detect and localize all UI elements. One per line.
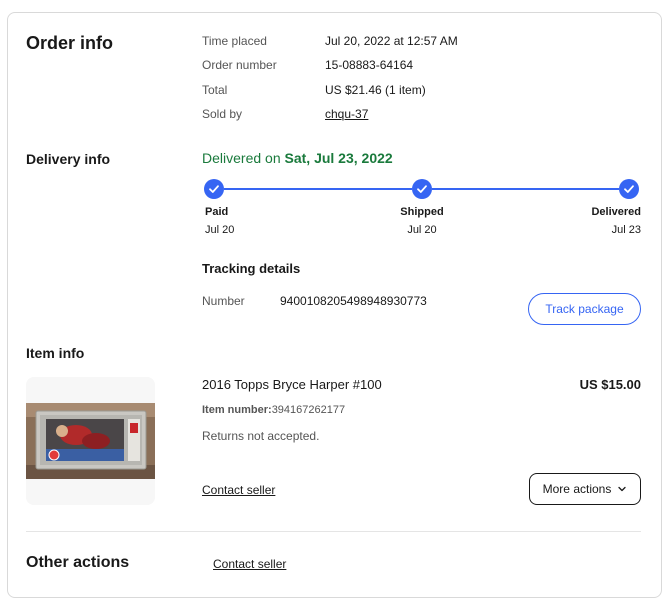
order-number-label: Order number [202, 58, 277, 72]
track-package-button[interactable]: Track package [528, 293, 641, 325]
order-details-card: Order info Time placed Jul 20, 2022 at 1… [7, 12, 662, 598]
time-placed-value: Jul 20, 2022 at 12:57 AM [325, 34, 458, 48]
step-paid-date: Jul 20 [205, 224, 235, 236]
item-contact-seller-link[interactable]: Contact seller [202, 483, 275, 497]
more-actions-label: More actions [542, 482, 612, 496]
total-label: Total [202, 83, 228, 97]
item-thumbnail[interactable] [26, 377, 155, 505]
step-shipped-check-icon [412, 179, 432, 199]
delivery-status: Delivered on Sat, Jul 23, 2022 [202, 150, 393, 166]
other-contact-seller-link[interactable]: Contact seller [213, 557, 286, 571]
item-number-label: Item number: [202, 404, 272, 416]
other-actions-heading: Other actions [26, 554, 130, 571]
item-info-heading: Item info [26, 345, 85, 361]
tracking-details-heading: Tracking details [202, 261, 301, 276]
delivery-status-prefix: Delivered on [202, 150, 285, 166]
step-paid-name: Paid [205, 206, 229, 218]
progress-line-2 [432, 188, 619, 190]
tracking-number-label: Number [202, 294, 245, 308]
delivery-info-heading: Delivery info [26, 151, 111, 167]
sold-by-label: Sold by [202, 107, 243, 121]
step-delivered-check-icon [619, 179, 639, 199]
delivery-status-date: Sat, Jul 23, 2022 [284, 150, 393, 166]
more-actions-button[interactable]: More actions [529, 473, 641, 505]
section-divider [26, 531, 641, 532]
order-info-heading: Order info [26, 33, 114, 53]
step-shipped-name: Shipped [400, 206, 444, 218]
order-number-value: 15-08883-64164 [325, 58, 414, 72]
item-title[interactable]: 2016 Topps Bryce Harper #100 [202, 377, 382, 392]
graded-card-photo [26, 377, 155, 505]
step-shipped-date: Jul 20 [407, 224, 437, 236]
seller-link[interactable]: chqu-37 [325, 107, 368, 121]
tracking-number-value: 9400108205498948930773 [280, 294, 427, 308]
step-paid-check-icon [204, 179, 224, 199]
time-placed-label: Time placed [202, 34, 267, 48]
item-price: US $15.00 [579, 377, 641, 392]
chevron-down-icon [618, 486, 626, 492]
step-delivered-name: Delivered [591, 206, 641, 218]
item-number-value: 394167262177 [271, 404, 346, 416]
total-value: US $21.46 (1 item) [325, 83, 426, 97]
returns-policy: Returns not accepted. [202, 429, 320, 443]
progress-line-1 [224, 188, 412, 190]
item-number: Item number:394167262177 [202, 404, 345, 416]
step-delivered-date: Jul 23 [611, 224, 641, 236]
